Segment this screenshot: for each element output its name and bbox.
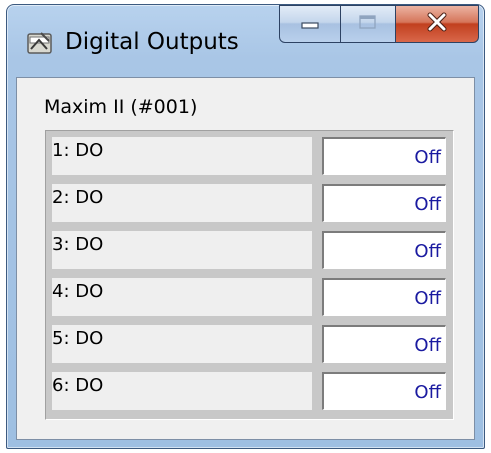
output-label: 3: DO	[52, 231, 312, 269]
output-value-field[interactable]: Off	[322, 184, 446, 222]
output-value-field[interactable]: Off	[322, 278, 446, 316]
outputs-group: 1: DO Off 2: DO Off 3: DO Off 4: DO Off …	[45, 130, 454, 420]
maximize-icon	[358, 14, 378, 34]
output-label: 2: DO	[52, 184, 312, 222]
output-label: 1: DO	[52, 137, 312, 175]
output-row: 1: DO Off	[52, 137, 449, 177]
output-row: 5: DO Off	[52, 325, 449, 365]
output-label: 4: DO	[52, 278, 312, 316]
minimize-icon	[300, 15, 320, 34]
caption-buttons	[279, 5, 479, 47]
minimize-button[interactable]	[279, 5, 341, 43]
client-area: Maxim II (#001) 1: DO Off 2: DO Off 3: D…	[16, 77, 475, 440]
output-value-field[interactable]: Off	[322, 372, 446, 410]
output-label: 6: DO	[52, 372, 312, 410]
app-window-icon[interactable]	[27, 31, 53, 55]
output-row: 6: DO Off	[52, 372, 449, 412]
close-icon	[425, 12, 449, 36]
output-row: 3: DO Off	[52, 231, 449, 271]
close-button[interactable]	[395, 5, 479, 43]
output-value-field[interactable]: Off	[322, 231, 446, 269]
output-label: 5: DO	[52, 325, 312, 363]
output-row: 2: DO Off	[52, 184, 449, 224]
output-value-field[interactable]: Off	[322, 325, 446, 363]
title-bar[interactable]: Digital Outputs	[7, 5, 484, 77]
output-value-field[interactable]: Off	[322, 137, 446, 175]
window-title: Digital Outputs	[65, 29, 239, 55]
maximize-button[interactable]	[340, 5, 396, 43]
output-row: 4: DO Off	[52, 278, 449, 318]
digital-outputs-window: Digital Outputs Maxim II (#001) 1: DO Of…	[6, 4, 485, 449]
device-label: Maxim II (#001)	[44, 96, 198, 118]
